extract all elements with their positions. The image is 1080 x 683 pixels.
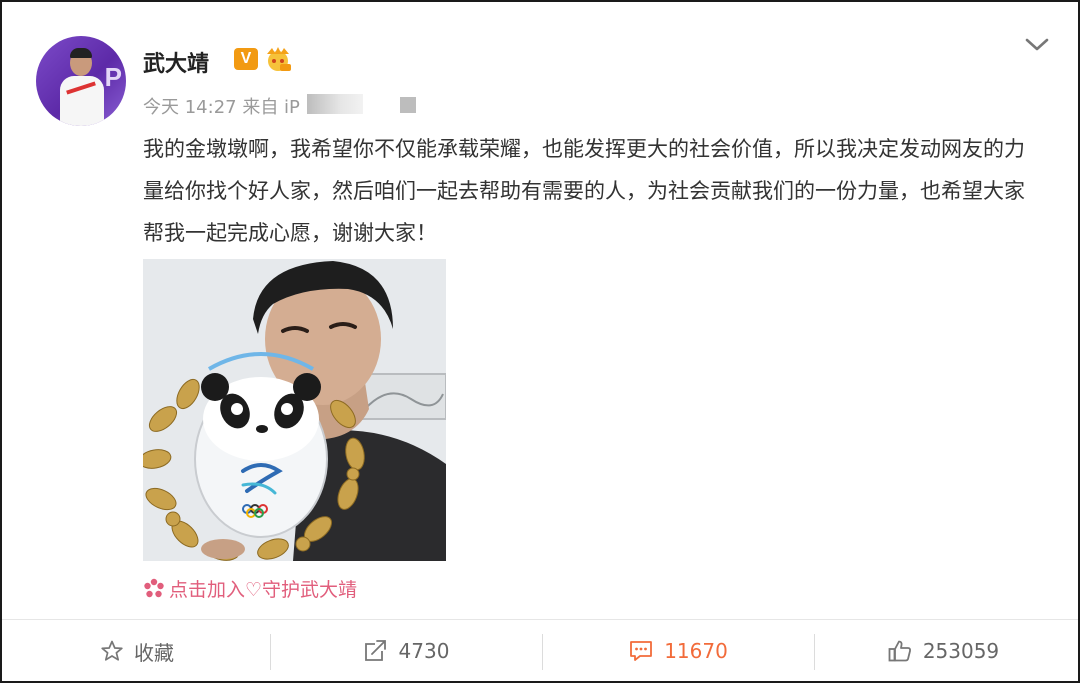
comment-button[interactable]: 11670	[543, 620, 813, 682]
like-count: 253059	[922, 639, 1000, 663]
redacted-source	[307, 94, 363, 114]
action-toolbar: 收藏 4730 11670 253059	[2, 619, 1078, 682]
favorite-label: 收藏	[134, 640, 174, 665]
username[interactable]: 武大靖	[143, 46, 209, 78]
star-icon	[101, 640, 123, 661]
supertopic-link[interactable]: 点击加入♡守护武大靖	[143, 575, 357, 602]
avatar-figure-body	[60, 76, 104, 126]
repost-count: 4730	[398, 639, 450, 663]
supertopic-label: 点击加入♡守护武大靖	[169, 579, 358, 601]
avatar-figure-hair	[70, 48, 92, 58]
comment-icon	[630, 641, 653, 661]
post-content: 我的金墩墩啊，我希望你不仅能承载荣耀，也能发挥更大的社会价值，所以我决定发动网友…	[143, 137, 1025, 245]
flower-icon	[143, 578, 165, 600]
share-icon	[364, 640, 386, 661]
redacted-source-mark	[400, 97, 416, 113]
post-meta: 今天 14:27 来自 iP	[143, 97, 300, 118]
comment-count: 11670	[664, 639, 728, 663]
avatar-background-letter: P	[104, 62, 122, 92]
repost-button[interactable]: 4730	[271, 620, 541, 682]
thumbs-up-icon	[888, 640, 911, 662]
crown-icon	[264, 46, 292, 72]
avatar[interactable]: P	[36, 36, 126, 126]
like-button[interactable]: 253059	[808, 620, 1078, 682]
chevron-down-icon[interactable]	[1024, 32, 1050, 58]
favorite-button[interactable]: 收藏	[2, 620, 272, 682]
post-photo[interactable]	[143, 259, 446, 561]
verified-badge: V	[234, 48, 258, 70]
weibo-post-card: P 武大靖 V 今天 14:27 来自 iP 我的金墩墩啊，我希望你不仅能承载荣…	[0, 0, 1080, 683]
